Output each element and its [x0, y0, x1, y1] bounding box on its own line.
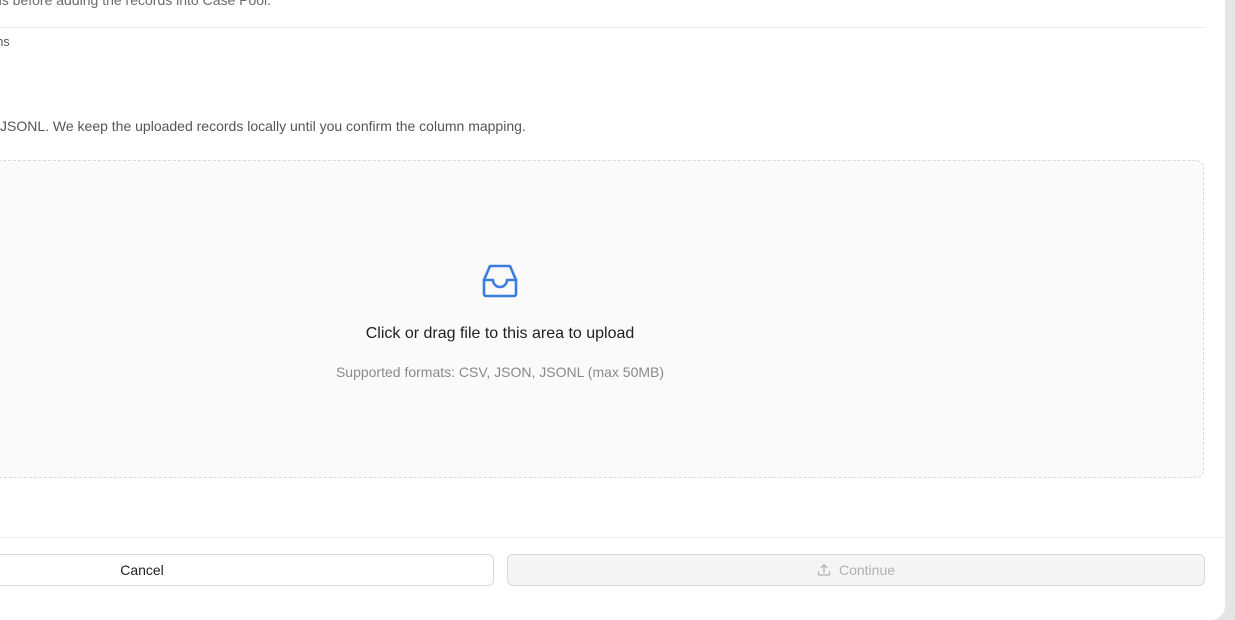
import-modal: ns before adding the records into Case P… — [0, 0, 1225, 620]
file-dropzone[interactable] — [0, 160, 1204, 478]
upload-instructions: JSONL. We keep the uploaded records loca… — [0, 118, 526, 134]
dropzone-formats-hint: Supported formats: CSV, JSON, JSONL (max… — [335, 364, 665, 380]
upload-icon — [817, 564, 831, 576]
dropzone-primary-text: Click or drag file to this area to uploa… — [365, 325, 635, 342]
footer-divider — [0, 537, 1225, 538]
cancel-button[interactable]: Cancel — [0, 554, 494, 586]
continue-button[interactable]: Continue — [507, 554, 1205, 586]
continue-button-label: Continue — [838, 562, 896, 578]
inbox-icon — [482, 264, 518, 298]
modal-description: ns before adding the records into Case P… — [0, 0, 272, 8]
cancel-button-label: Cancel — [120, 562, 164, 578]
header-divider — [0, 27, 1205, 28]
step-label: mns — [0, 35, 10, 49]
